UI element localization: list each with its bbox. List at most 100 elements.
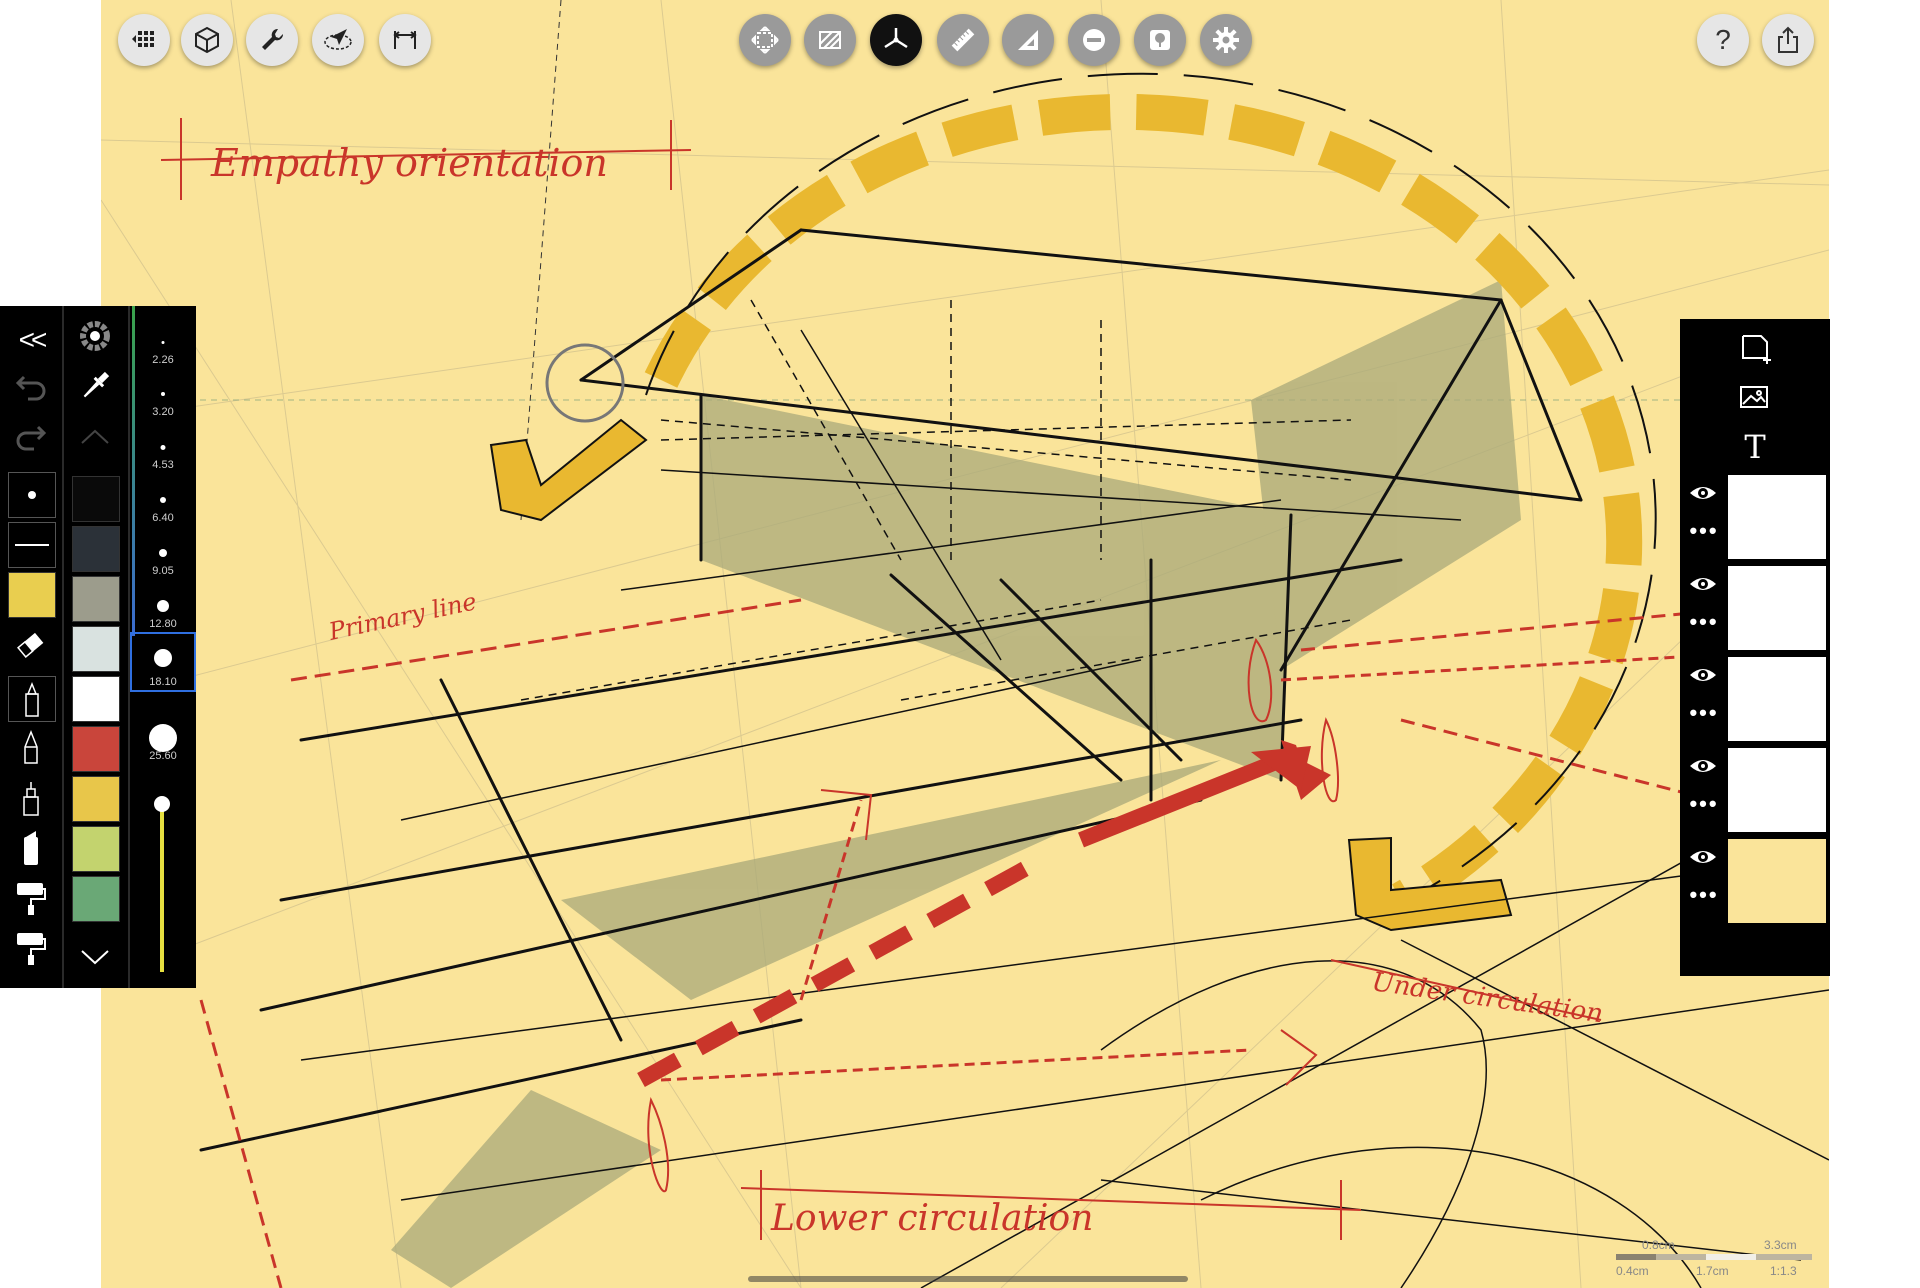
layer-row[interactable]: •••	[1680, 653, 1830, 743]
roller-2-tool[interactable]	[8, 926, 54, 970]
layer-row[interactable]: •••	[1680, 744, 1830, 834]
dot-brush-tool[interactable]	[8, 472, 56, 518]
layer-more-button[interactable]: •••	[1684, 701, 1724, 725]
scroll-up-button[interactable]	[72, 416, 118, 460]
help-button[interactable]: ?	[1697, 14, 1749, 66]
roller-tool[interactable]	[8, 876, 54, 920]
new-layer-button[interactable]	[1680, 325, 1830, 373]
undo-icon	[15, 375, 46, 401]
line-tool[interactable]	[8, 522, 56, 568]
layer-more-button[interactable]: •••	[1684, 610, 1724, 634]
eye-icon[interactable]	[1688, 845, 1718, 869]
drawing-canvas[interactable]: Empathy orientation Lower circulation Pr…	[101, 0, 1829, 1288]
layer-more-button[interactable]: •••	[1684, 883, 1724, 907]
layer-row[interactable]: •••	[1680, 562, 1830, 652]
chisel-marker-tool[interactable]	[8, 826, 54, 870]
eraser-tool[interactable]	[8, 624, 54, 668]
opacity-slider-track[interactable]	[160, 802, 164, 972]
bottom-annotation: Lower circulation	[770, 1198, 1093, 1239]
tools-button[interactable]	[246, 14, 298, 66]
add-text-button[interactable]: T	[1680, 423, 1830, 471]
color-swatch[interactable]	[72, 576, 120, 622]
layer-thumbnail[interactable]	[1728, 657, 1826, 741]
brush-panel: << 2.26 3.20 4.53 6.40 9.05 12.80 18.10 …	[0, 306, 196, 988]
color-swatch[interactable]	[72, 676, 120, 722]
settings-button[interactable]	[1200, 14, 1252, 66]
marker-tool[interactable]	[8, 676, 56, 722]
brush-size-label: 12.80	[149, 618, 177, 630]
brush-size-option[interactable]: 3.20	[130, 370, 196, 420]
home-indicator[interactable]	[748, 1276, 1188, 1282]
dimension-button[interactable]	[379, 14, 431, 66]
brush-size-option[interactable]: 2.26	[130, 318, 196, 368]
color-wheel-button[interactable]	[72, 314, 118, 358]
brush-size-label: 4.53	[152, 459, 174, 471]
opacity-slider-knob[interactable]	[154, 796, 170, 812]
brush-size-option[interactable]: 6.40	[130, 476, 196, 526]
right-annotation: Under circulation	[1370, 967, 1605, 1029]
share-button[interactable]	[1762, 14, 1814, 66]
import-image-button[interactable]	[1680, 375, 1830, 423]
brush-size-option[interactable]: 12.80	[130, 582, 196, 632]
layer-more-button[interactable]: •••	[1684, 519, 1724, 543]
gallery-button[interactable]	[118, 14, 170, 66]
ar-button[interactable]	[312, 14, 364, 66]
brush-size-option[interactable]: 25.60	[130, 714, 196, 764]
perspective-icon	[884, 28, 908, 49]
text-icon: T	[1744, 428, 1766, 466]
color-swatch[interactable]	[72, 626, 120, 672]
perspective-button[interactable]	[870, 14, 922, 66]
color-swatch[interactable]	[72, 776, 120, 822]
hatch-button[interactable]	[804, 14, 856, 66]
dot-brush-icon	[28, 491, 36, 499]
ar-pointer-icon	[324, 29, 352, 50]
layer-thumbnail[interactable]	[1728, 839, 1826, 923]
layer-thumbnail[interactable]	[1728, 475, 1826, 559]
scale-top-right: 3.3cm	[1764, 1238, 1797, 1252]
transform-button[interactable]	[739, 14, 791, 66]
chevron-up-icon	[81, 429, 109, 444]
eye-icon[interactable]	[1688, 754, 1718, 778]
chevron-double-left-icon: <<	[18, 324, 48, 355]
brush-size-dot	[160, 497, 166, 503]
collapse-panel-button[interactable]: <<	[8, 318, 54, 362]
redo-icon	[16, 425, 47, 451]
pen-tool[interactable]	[8, 726, 54, 770]
scroll-down-button[interactable]	[72, 934, 118, 978]
brush-size-option[interactable]: 18.10	[130, 632, 196, 692]
color-swatch[interactable]	[72, 876, 120, 922]
brush-size-option[interactable]: 4.53	[130, 423, 196, 473]
color-swatch[interactable]	[72, 476, 120, 522]
brush-size-option[interactable]: 9.05	[130, 529, 196, 579]
brush-size-label: 25.60	[149, 750, 177, 762]
triangle-button[interactable]	[1002, 14, 1054, 66]
brush-size-dot	[154, 649, 172, 667]
brush-size-label: 3.20	[152, 406, 174, 418]
circle-template-button[interactable]	[1068, 14, 1120, 66]
ruler-button[interactable]	[937, 14, 989, 66]
eye-icon[interactable]	[1688, 572, 1718, 596]
eyedropper-button[interactable]	[72, 364, 118, 408]
color-swatch[interactable]	[72, 526, 120, 572]
color-swatch[interactable]	[72, 826, 120, 872]
eye-icon[interactable]	[1688, 481, 1718, 505]
fineliner-tool[interactable]	[8, 776, 54, 820]
redo-button[interactable]	[8, 418, 54, 462]
layer-thumbnail[interactable]	[1728, 566, 1826, 650]
grid-back-icon	[132, 31, 154, 47]
brush-size-dot	[159, 549, 167, 557]
layer-thumbnail[interactable]	[1728, 748, 1826, 832]
undo-button[interactable]	[8, 368, 54, 412]
line-icon	[15, 544, 49, 546]
eraser-icon	[17, 632, 44, 658]
top-annotation: Empathy orientation	[210, 141, 608, 185]
layer-row[interactable]: •••	[1680, 835, 1830, 925]
3d-model-button[interactable]	[181, 14, 233, 66]
stencil-button[interactable]	[1134, 14, 1186, 66]
layer-row[interactable]: •••	[1680, 471, 1830, 561]
color-swatch[interactable]	[72, 726, 120, 772]
layer-more-button[interactable]: •••	[1684, 792, 1724, 816]
highlight-swatch[interactable]	[8, 572, 56, 618]
eye-icon[interactable]	[1688, 663, 1718, 687]
tool-column: <<	[0, 306, 60, 988]
